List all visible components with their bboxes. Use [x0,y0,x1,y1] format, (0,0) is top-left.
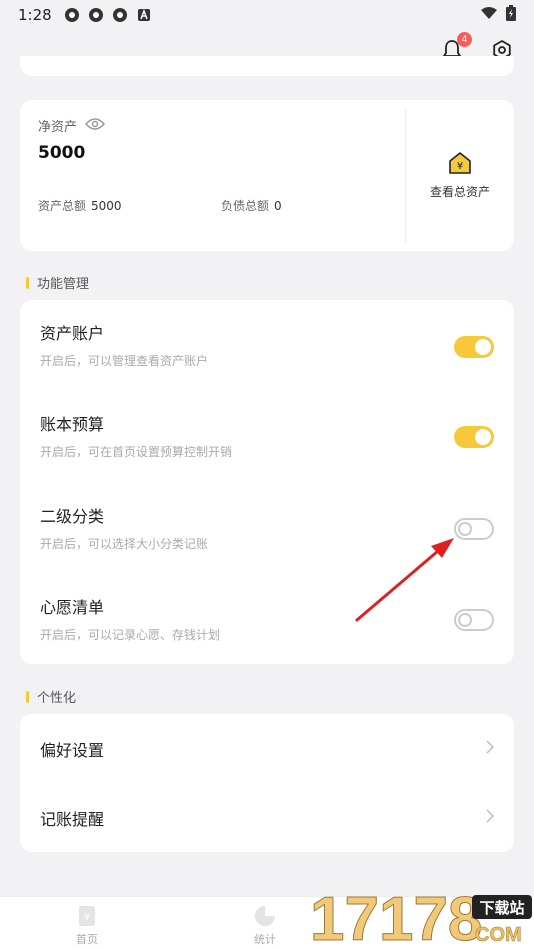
total-debt-value: 0 [274,199,282,213]
preferences-label: 偏好设置 [40,740,105,760]
notification-badge: 4 [457,32,472,47]
view-all-assets-button[interactable]: ¥ 查看总资产 [406,100,514,251]
chevron-right-icon [486,808,495,827]
app-notification-icon [112,7,128,23]
tab-statistics[interactable]: 统计 [254,905,276,947]
personalization-card: 偏好设置 记账提醒 [20,714,514,852]
feature-description: 开启后，可以管理查看资产账户 [40,354,209,368]
money-house-icon: ¥ [449,152,471,174]
feature-title: 资产账户 [40,324,105,343]
site-watermark: 17178 下载站 COM [310,875,534,950]
feature-row-asset-accounts: 资产账户 开启后，可以管理查看资产账户 [20,300,514,391]
svg-text:¥: ¥ [457,161,463,172]
svg-text:¥: ¥ [84,912,90,923]
feature-description: 开启后，可以记录心愿、存钱计划 [40,628,221,642]
status-time: 1:28 [18,6,52,24]
preferences-row[interactable]: 偏好设置 [20,714,514,783]
net-assets-value: 5000 [38,143,86,163]
net-assets-label: 净资产 [38,120,78,135]
net-assets-card: 净资产 5000 资产总额 5000 负债总额 0 ¥ 查看总资产 [20,100,514,251]
watermark-digits: 17178 [310,885,482,950]
battery-icon [506,5,516,25]
section-accent-bar [26,690,29,703]
toggle-asset-accounts[interactable] [454,336,494,358]
tab-home[interactable]: ¥ 首页 [76,905,98,947]
reminder-row[interactable]: 记账提醒 [20,783,514,852]
total-assets: 资产总额 5000 [38,197,221,214]
wifi-icon [480,6,498,24]
feature-description: 开启后，可以选择大小分类记账 [40,537,209,551]
section-title-personalization: 个性化 [26,687,76,706]
section-accent-bar [26,276,29,289]
tab-statistics-label: 统计 [254,933,276,946]
feature-row-budget: 账本预算 开启后，可在首页设置预算控制开销 [20,391,514,482]
chevron-right-icon [486,739,495,758]
section-title-features: 功能管理 [26,273,89,292]
app-notification-icon [64,7,80,23]
feature-settings-card: 资产账户 开启后，可以管理查看资产账户 账本预算 开启后，可在首页设置预算控制开… [20,300,514,664]
total-debt: 负债总额 0 [221,197,404,214]
font-notification-icon [136,7,152,23]
eye-icon[interactable] [85,117,106,135]
watermark-domain: COM [475,924,522,946]
total-assets-label: 资产总额 [38,199,87,213]
status-bar: 1:28 [0,0,534,30]
pie-chart-icon [255,906,275,926]
toggle-budget[interactable] [454,426,494,448]
feature-title: 心愿清单 [40,598,105,617]
app-notification-icon [88,7,104,23]
total-debt-label: 负债总额 [221,199,270,213]
tab-home-label: 首页 [76,933,98,946]
feature-title: 账本预算 [40,415,105,434]
toggle-wishlist[interactable] [454,609,494,631]
feature-row-wishlist: 心愿清单 开启后，可以记录心愿、存钱计划 [20,574,514,665]
previous-card-edge [20,56,514,76]
feature-title: 二级分类 [40,507,105,526]
feature-row-subcategory: 二级分类 开启后，可以选择大小分类记账 [20,483,514,574]
toggle-subcategory[interactable] [454,518,494,540]
receipt-icon: ¥ [79,906,95,926]
watermark-brand: 下载站 [479,899,524,917]
feature-description: 开启后，可在首页设置预算控制开销 [40,445,233,459]
reminder-label: 记账提醒 [40,809,105,829]
total-assets-value: 5000 [91,199,122,213]
view-all-assets-label: 查看总资产 [429,185,490,199]
